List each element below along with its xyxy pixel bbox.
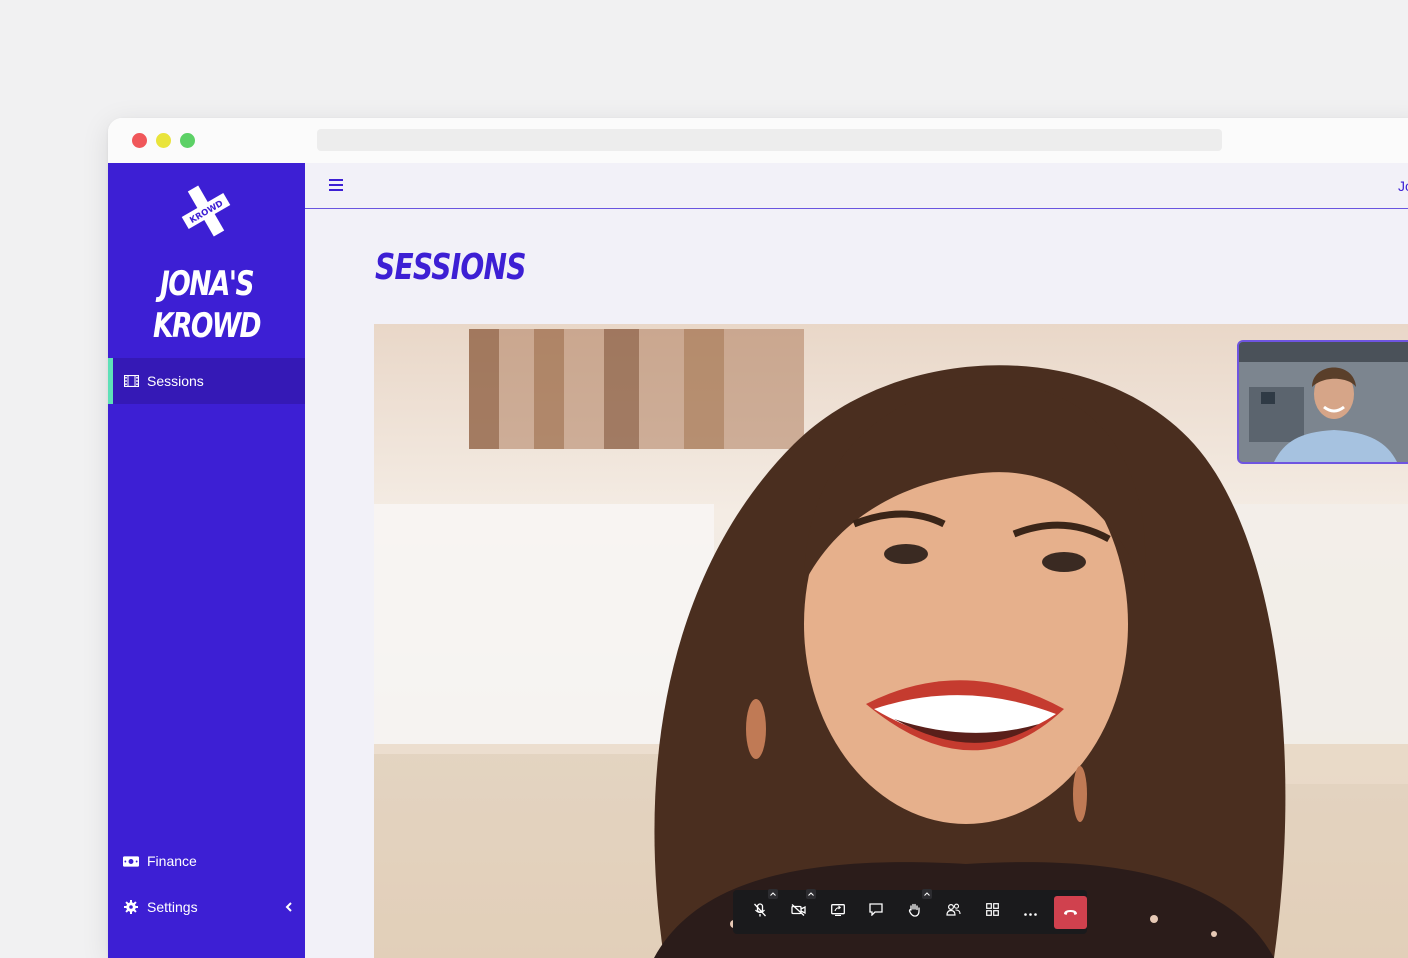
participants-button[interactable] bbox=[934, 895, 973, 929]
sidebar: KROWD JONA'S KROWD Sessions Finance Sett… bbox=[108, 163, 305, 958]
brand-line-1: JONA'S bbox=[160, 264, 255, 304]
page-title: SESSIONS bbox=[375, 247, 526, 288]
hamburger-icon[interactable] bbox=[329, 179, 343, 191]
phone-hangup-icon bbox=[1063, 903, 1078, 921]
share-screen-button[interactable] bbox=[818, 895, 857, 929]
sidebar-item-settings[interactable]: Settings bbox=[108, 884, 305, 930]
title-bar bbox=[108, 118, 1408, 163]
more-button[interactable] bbox=[1012, 895, 1051, 929]
chat-button[interactable] bbox=[857, 895, 896, 929]
krowd-logo: KROWD bbox=[181, 185, 231, 237]
mic-options-caret[interactable] bbox=[767, 889, 778, 899]
raise-hand-button[interactable] bbox=[896, 889, 935, 929]
brand-line-2: KROWD bbox=[153, 306, 262, 346]
top-bar: Jo bbox=[305, 163, 1408, 209]
main-content: Jo SESSIONS bbox=[305, 163, 1408, 958]
video-off-icon bbox=[791, 903, 807, 921]
grid-icon bbox=[985, 903, 999, 921]
film-icon bbox=[123, 373, 139, 389]
camera-off-button[interactable] bbox=[780, 889, 819, 929]
people-icon bbox=[946, 903, 961, 921]
self-view-image bbox=[1239, 342, 1408, 462]
sidebar-item-sessions[interactable]: Sessions bbox=[108, 358, 305, 404]
chevron-left-icon[interactable] bbox=[285, 899, 293, 915]
maximize-window-button[interactable] bbox=[180, 133, 195, 148]
chat-icon bbox=[869, 903, 883, 921]
mute-mic-button[interactable] bbox=[741, 889, 780, 929]
browser-window: KROWD JONA'S KROWD Sessions Finance Sett… bbox=[108, 118, 1408, 958]
minimize-window-button[interactable] bbox=[156, 133, 171, 148]
reactions-caret[interactable] bbox=[922, 889, 933, 899]
main-video-feed bbox=[374, 324, 1408, 958]
more-icon bbox=[1024, 903, 1038, 921]
address-bar[interactable] bbox=[317, 129, 1222, 151]
screen-share-icon bbox=[830, 903, 845, 921]
self-view-video[interactable] bbox=[1237, 340, 1408, 464]
hand-icon bbox=[908, 903, 921, 922]
hang-up-button[interactable] bbox=[1054, 895, 1087, 929]
call-controls-bar bbox=[733, 889, 1087, 934]
sidebar-item-finance[interactable]: Finance bbox=[108, 838, 305, 884]
mic-off-icon bbox=[753, 902, 767, 922]
user-name[interactable]: Jo bbox=[1398, 178, 1408, 194]
sidebar-item-label: Sessions bbox=[147, 373, 204, 389]
close-window-button[interactable] bbox=[132, 133, 147, 148]
layout-button[interactable] bbox=[973, 895, 1012, 929]
brand-name: JONA'S KROWD bbox=[130, 263, 284, 347]
sidebar-item-label: Settings bbox=[147, 899, 198, 915]
gear-icon bbox=[123, 899, 139, 915]
money-icon bbox=[123, 853, 139, 869]
sidebar-item-label: Finance bbox=[147, 853, 197, 869]
camera-options-caret[interactable] bbox=[806, 889, 817, 899]
